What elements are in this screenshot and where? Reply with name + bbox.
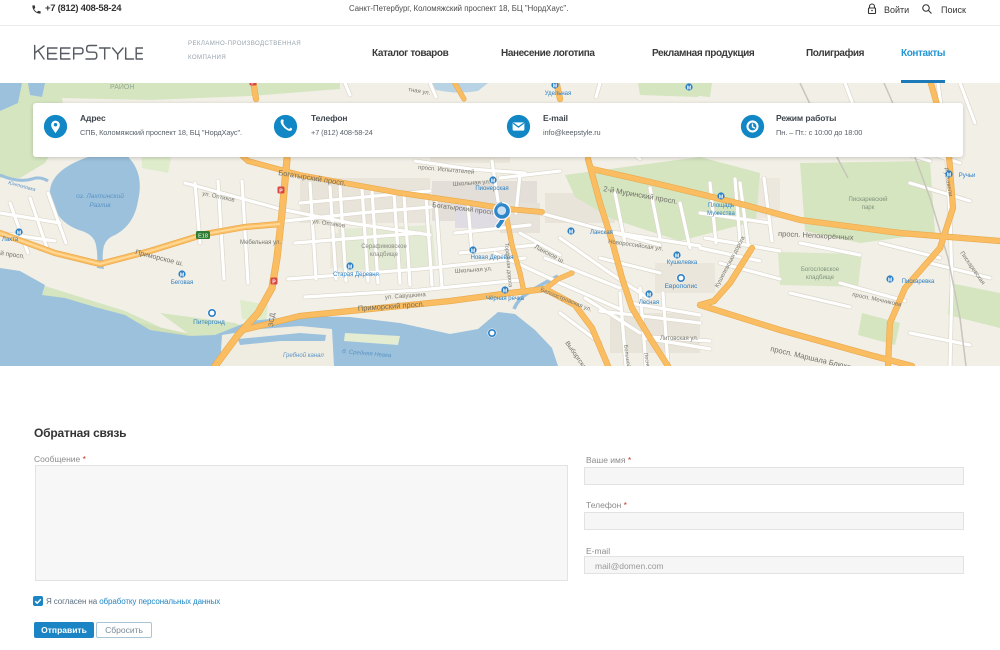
svg-text:M: M [687,85,691,91]
svg-text:M: M [888,277,892,283]
svg-text:M: M [569,229,573,235]
svg-text:M: M [503,288,507,294]
svg-text:Лесная: Лесная [639,300,659,306]
svg-text:M: M [947,172,951,178]
svg-text:Удельная: Удельная [545,91,572,97]
svg-text:Пионерская: Пионерская [475,186,508,192]
svg-text:P: P [251,83,255,87]
svg-text:Ланская: Ланская [590,230,613,236]
svg-text:M: M [553,83,557,89]
svg-text:Разлив: Разлив [89,202,111,209]
svg-text:Мужества: Мужества [707,211,735,217]
svg-text:Старая Деревня: Старая Деревня [333,272,379,278]
svg-text:Питергонд: Питергонд [193,319,225,326]
svg-text:Европолис: Европолис [665,283,698,290]
svg-text:оз. Лахтинский: оз. Лахтинский [76,192,124,200]
svg-text:Лахта: Лахта [2,237,19,243]
svg-text:Литовская ул.: Литовская ул. [660,336,699,342]
svg-text:Кушелевка: Кушелевка [667,260,698,266]
svg-text:Богословское: Богословское [801,267,840,273]
svg-text:Серафимовское: Серафимовское [361,244,407,250]
svg-text:Пискаревский: Пискаревский [849,196,888,203]
svg-text:M: M [719,194,723,200]
svg-text:M: M [471,248,475,254]
svg-text:кладбище: кладбище [806,275,835,281]
svg-text:Чёрная речка: Чёрная речка [486,296,525,302]
svg-text:Новая Деревня: Новая Деревня [471,255,514,261]
svg-text:M: M [180,272,184,278]
svg-text:Площадь: Площадь [708,203,734,209]
svg-text:РАЙОН: РАЙОН [110,83,134,91]
svg-text:M: M [491,178,495,184]
svg-text:M: M [675,253,679,259]
svg-text:Беговая: Беговая [171,280,193,286]
svg-text:кладбище: кладбище [370,252,399,258]
svg-text:парк: парк [862,205,875,211]
svg-text:P: P [272,280,276,286]
svg-text:P: P [279,189,283,195]
svg-text:E18: E18 [198,234,208,240]
svg-text:M: M [647,292,651,298]
svg-text:M: M [348,264,352,270]
svg-text:Мебельная ул.: Мебельная ул. [240,240,281,246]
svg-text:Пискаревка: Пискаревка [902,279,935,285]
svg-text:M: M [17,230,21,236]
svg-text:Ручьи: Ручьи [959,173,976,179]
svg-text:Гребной канал: Гребной канал [283,352,324,359]
